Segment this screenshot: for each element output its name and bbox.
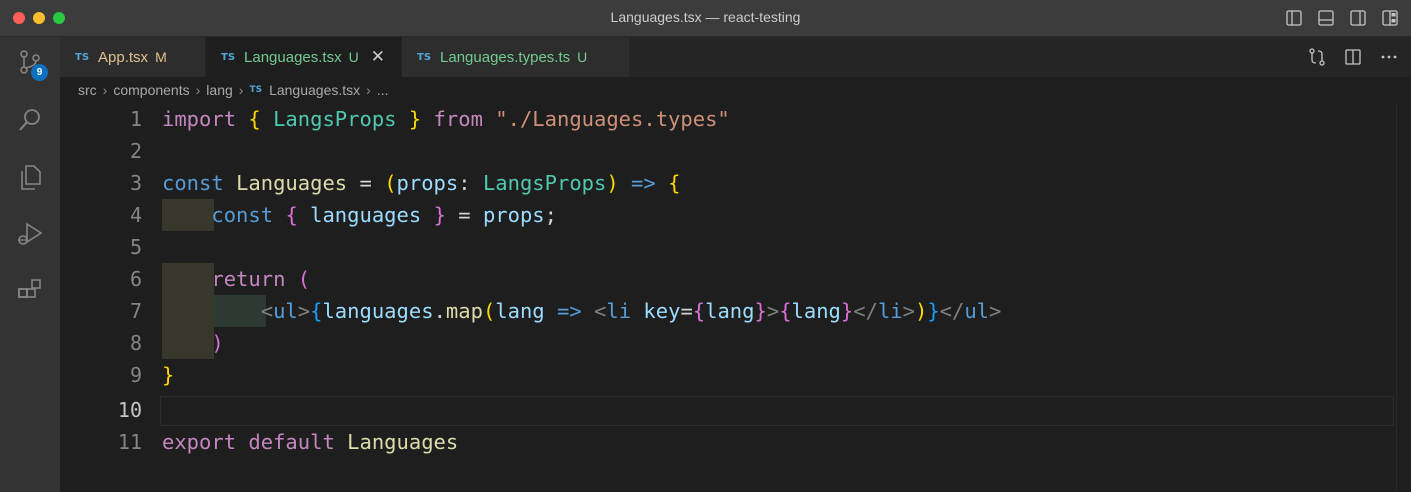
chevron-right-icon: › (195, 82, 201, 98)
explorer-icon[interactable] (15, 162, 45, 192)
typescript-file-icon: TS (221, 51, 236, 63)
line-number-current: 10 (117, 398, 142, 422)
breadcrumb-src[interactable]: src (78, 82, 97, 98)
line-number: 11 (117, 430, 142, 454)
code-line-7: <ul>{languages.map(lang => <li key={lang… (260, 299, 1002, 323)
source-control-badge: 9 (31, 64, 48, 81)
open-changes-icon[interactable] (1307, 47, 1327, 67)
code-line-11: export default Languages (162, 430, 459, 454)
toggle-panel-icon[interactable] (1317, 9, 1335, 27)
toggle-secondary-sidebar-icon[interactable] (1349, 9, 1367, 27)
code-line-8: ) (211, 331, 224, 355)
run-and-debug-icon[interactable] (15, 219, 45, 249)
code-line-4: const { languages } = props; (211, 203, 557, 227)
tab-languages-tsx[interactable]: TS Languages.tsx U ✕ (206, 37, 402, 77)
extensions-icon[interactable] (15, 277, 45, 307)
close-tab-icon[interactable]: ✕ (371, 47, 385, 67)
editor-actions (1307, 47, 1399, 67)
window-title: Languages.tsx — react-testing (610, 9, 801, 25)
customize-layout-icon[interactable] (1381, 9, 1399, 27)
breadcrumb-symbols[interactable]: ... (377, 82, 389, 98)
breadcrumb-components[interactable]: components (113, 82, 189, 98)
breadcrumb-file[interactable]: Languages.tsx (269, 82, 360, 98)
tab-app-tsx[interactable]: TS App.tsx M (60, 37, 206, 77)
split-editor-icon[interactable] (1343, 47, 1363, 67)
code-editor[interactable]: 1 2 3 4 5 6 7 8 9 10 11 import { LangsPr… (60, 103, 1411, 492)
chevron-right-icon: › (366, 82, 371, 98)
modified-marker: M (155, 49, 167, 65)
title-bar: Languages.tsx — react-testing (0, 0, 1411, 37)
untracked-marker: U (348, 49, 359, 65)
current-line-highlight (160, 396, 1394, 426)
search-icon[interactable] (15, 105, 45, 135)
tab-languages-types-ts[interactable]: TS Languages.types.ts U (402, 37, 630, 77)
breadcrumb: src › components › lang › TS Languages.t… (60, 77, 1411, 103)
line-number: 1 (129, 107, 142, 131)
line-number: 6 (129, 267, 142, 291)
typescript-file-icon: TS (249, 85, 263, 95)
typescript-file-icon: TS (75, 51, 90, 63)
code-line-3: const Languages = (props: LangsProps) =>… (162, 171, 681, 195)
layout-controls (1285, 9, 1399, 27)
vscode-window: Languages.tsx — react-testing 9 TS App.t… (0, 0, 1411, 492)
breadcrumb-lang[interactable]: lang (206, 82, 232, 98)
toggle-primary-sidebar-icon[interactable] (1285, 9, 1303, 27)
line-number: 5 (129, 235, 142, 259)
line-number: 7 (129, 299, 142, 323)
code-line-6: return ( (211, 267, 311, 291)
vertical-scrollbar[interactable] (1396, 103, 1411, 492)
code-line-9: } (162, 363, 175, 387)
editor-tabs: TS App.tsx M TS Languages.tsx U ✕ TS Lan… (60, 37, 1411, 77)
more-actions-icon[interactable] (1379, 47, 1399, 67)
untracked-marker: U (577, 49, 588, 65)
line-number: 9 (129, 363, 142, 387)
tab-label: Languages.tsx (244, 48, 342, 66)
typescript-file-icon: TS (417, 51, 432, 63)
line-number: 2 (129, 139, 142, 163)
tab-label: Languages.types.ts (440, 48, 571, 66)
line-number: 8 (129, 331, 142, 355)
tab-label: App.tsx (98, 48, 149, 66)
line-number: 4 (129, 203, 142, 227)
code-line-1: import { LangsProps } from "./Languages.… (162, 107, 730, 131)
activity-bar: 9 (0, 37, 60, 492)
line-number: 3 (129, 171, 142, 195)
chevron-right-icon: › (102, 82, 108, 98)
chevron-right-icon: › (238, 82, 244, 98)
